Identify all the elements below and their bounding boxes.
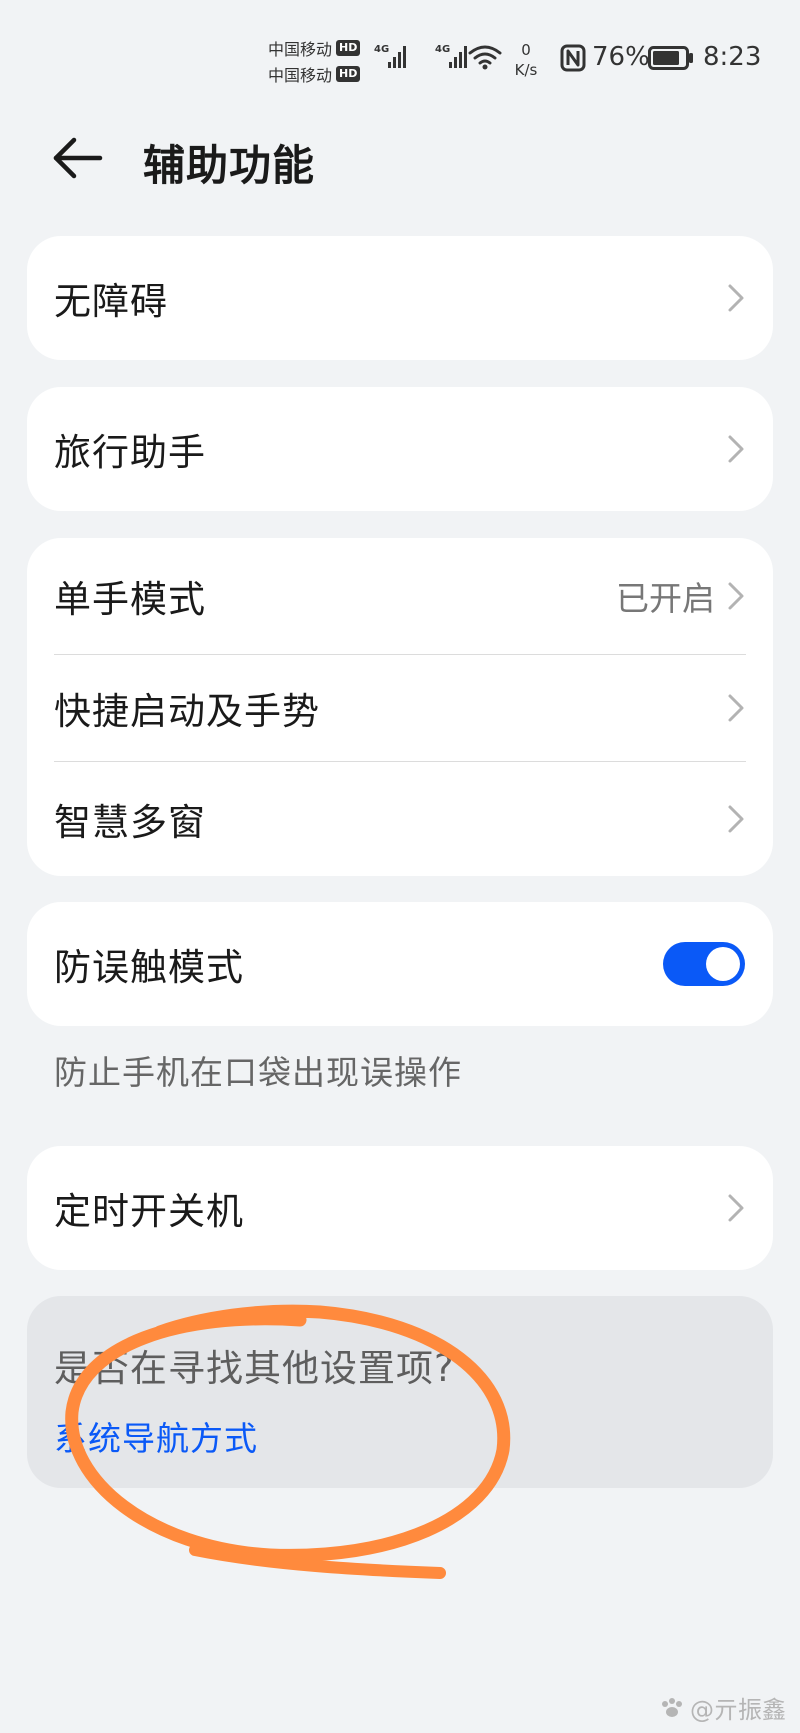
network-type-2: 4G bbox=[435, 44, 451, 55]
chevron-right-icon bbox=[728, 582, 744, 610]
battery-icon bbox=[648, 46, 694, 74]
accessibility-label: 无障碍 bbox=[54, 280, 168, 323]
accidental-touch-card: 防误触模式 bbox=[27, 902, 773, 1026]
carrier-1-name: 中国移动 bbox=[268, 40, 333, 59]
network-speed: 0 K/s bbox=[508, 40, 544, 80]
system-navigation-link[interactable]: 系统导航方式 bbox=[54, 1412, 258, 1460]
accidental-touch-label: 防误触模式 bbox=[54, 946, 244, 989]
page-header: 辅助功能 bbox=[0, 118, 800, 198]
travel-assistant-label: 旅行助手 bbox=[54, 431, 206, 474]
status-bar: 中国移动 HD 中国移动 HD 4G 4G 0 K/s 76% 8:23 bbox=[0, 0, 800, 100]
toggle-knob bbox=[706, 947, 740, 981]
shortcuts-gestures-label: 快捷启动及手势 bbox=[54, 690, 320, 733]
accessibility-item[interactable]: 无障碍 bbox=[27, 236, 773, 360]
suggestion-card: 是否在寻找其他设置项? 系统导航方式 bbox=[27, 1296, 773, 1488]
clock: 8:23 bbox=[703, 42, 762, 72]
travel-assistant-card: 旅行助手 bbox=[27, 387, 773, 511]
network-speed-value: 0 bbox=[521, 41, 531, 59]
accidental-touch-hint: 防止手机在口袋出现误操作 bbox=[54, 1053, 462, 1092]
scheduled-power-card: 定时开关机 bbox=[27, 1146, 773, 1270]
chevron-right-icon bbox=[728, 435, 744, 463]
network-type-1: 4G bbox=[374, 44, 390, 55]
nfc-icon bbox=[560, 44, 586, 76]
scheduled-power-item[interactable]: 定时开关机 bbox=[27, 1146, 773, 1270]
signal-2-icon: 4G bbox=[435, 42, 469, 74]
scheduled-power-label: 定时开关机 bbox=[54, 1190, 244, 1233]
travel-assistant-item[interactable]: 旅行助手 bbox=[27, 387, 773, 511]
carrier-1: 中国移动 HD bbox=[268, 36, 361, 60]
suggestion-title: 是否在寻找其他设置项? bbox=[54, 1347, 455, 1390]
accidental-touch-toggle[interactable] bbox=[663, 942, 745, 986]
gesture-group-card: 单手模式 已开启 快捷启动及手势 智慧多窗 bbox=[27, 538, 773, 876]
one-hand-mode-status: 已开启 bbox=[616, 579, 715, 618]
network-speed-unit: K/s bbox=[514, 61, 538, 79]
accidental-touch-item: 防误触模式 bbox=[27, 902, 773, 1026]
smart-multiwindow-label: 智慧多窗 bbox=[54, 801, 206, 844]
watermark-text: @亓振鑫 bbox=[690, 1696, 786, 1724]
chevron-right-icon bbox=[728, 694, 744, 722]
wifi-icon bbox=[468, 44, 502, 74]
carrier-2: 中国移动 HD bbox=[268, 62, 361, 86]
paw-icon bbox=[662, 1697, 682, 1717]
hd-badge: HD bbox=[336, 40, 361, 56]
back-arrow-icon bbox=[53, 137, 103, 179]
watermark: @亓振鑫 bbox=[660, 1690, 786, 1725]
back-button[interactable] bbox=[52, 134, 108, 182]
smart-multiwindow-item[interactable]: 智慧多窗 bbox=[27, 762, 773, 876]
chevron-right-icon bbox=[728, 1194, 744, 1222]
carrier-2-name: 中国移动 bbox=[268, 66, 333, 85]
one-hand-mode-item[interactable]: 单手模式 已开启 bbox=[27, 538, 773, 654]
page-title: 辅助功能 bbox=[143, 141, 316, 190]
accessibility-card: 无障碍 bbox=[27, 236, 773, 360]
signal-1-icon: 4G bbox=[374, 42, 408, 74]
one-hand-mode-label: 单手模式 bbox=[54, 578, 206, 621]
chevron-right-icon bbox=[728, 805, 744, 833]
battery-percent: 76% bbox=[592, 42, 650, 72]
hd-badge: HD bbox=[336, 66, 361, 82]
shortcuts-gestures-item[interactable]: 快捷启动及手势 bbox=[27, 655, 773, 761]
chevron-right-icon bbox=[728, 284, 744, 312]
